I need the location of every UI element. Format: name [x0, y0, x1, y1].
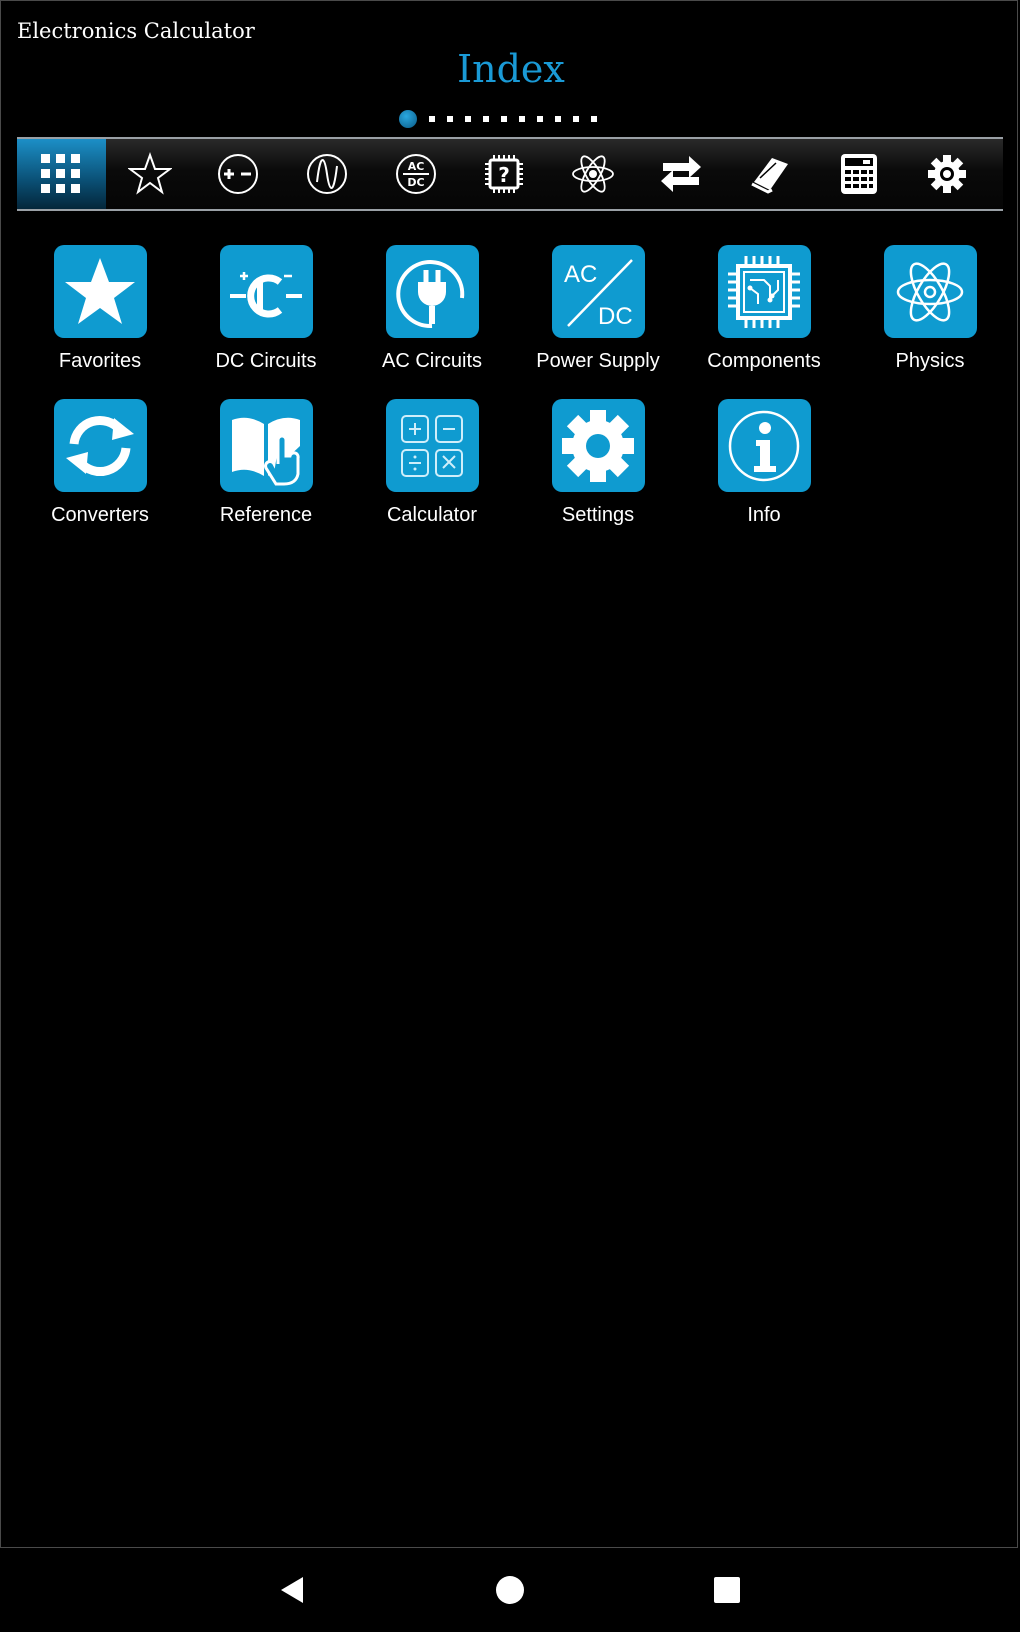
item-label: DC Circuits: [215, 350, 317, 372]
ac-text: AC: [407, 160, 424, 173]
calculator-keys-icon: [401, 414, 463, 477]
chip-icon: [728, 255, 800, 328]
tile-settings[interactable]: [551, 399, 645, 492]
pager-dot[interactable]: [537, 116, 543, 122]
nav-recents-button[interactable]: [699, 1562, 755, 1618]
item-label: Components: [707, 350, 821, 372]
pager-dot[interactable]: [591, 116, 597, 122]
item-label: Info: [747, 504, 781, 526]
tab-settings[interactable]: [903, 139, 992, 209]
tab-power-supply[interactable]: AC DC: [371, 139, 460, 209]
swap-arrows-icon: [661, 156, 702, 192]
pager-dot-active[interactable]: [399, 110, 417, 128]
pager-dot[interactable]: [429, 116, 435, 122]
tab-ac-circuits[interactable]: [283, 139, 372, 209]
dc-text: DC: [598, 303, 633, 330]
item-label: Physics: [895, 350, 965, 372]
recents-square-icon: [714, 1577, 740, 1603]
tile-dc-circuits[interactable]: [219, 245, 313, 338]
tile-calculator[interactable]: [385, 399, 479, 492]
tab-favorites[interactable]: [106, 139, 195, 209]
item-label: Reference: [219, 504, 313, 526]
tab-index[interactable]: [17, 139, 106, 209]
book-hand-icon: [232, 417, 300, 485]
pager-dot[interactable]: [447, 116, 453, 122]
ac-text: AC: [564, 261, 597, 288]
grid-icon: [41, 154, 81, 193]
item-dc-circuits[interactable]: DC Circuits: [183, 245, 349, 385]
pager-dot[interactable]: [483, 116, 489, 122]
tile-physics[interactable]: [883, 245, 977, 338]
pager-dot[interactable]: [555, 116, 561, 122]
atom-icon: [896, 261, 964, 322]
back-triangle-icon: [281, 1577, 303, 1603]
item-converters[interactable]: Converters: [17, 399, 183, 539]
item-reference[interactable]: Reference: [183, 399, 349, 539]
item-label: Converters: [51, 504, 149, 526]
item-label: Favorites: [58, 350, 142, 372]
info-icon: [728, 410, 800, 481]
item-calculator[interactable]: Calculator: [349, 399, 515, 539]
atom-icon: [571, 155, 614, 193]
tile-ac-circuits[interactable]: [385, 245, 479, 338]
plus-minus-icon: [218, 154, 259, 194]
item-favorites[interactable]: Favorites: [17, 245, 183, 385]
item-label: Power Supply: [536, 350, 660, 372]
tab-converters[interactable]: [637, 139, 726, 209]
nav-home-button[interactable]: [482, 1562, 538, 1618]
tile-converters[interactable]: [53, 399, 147, 492]
chip-question-icon: ?: [485, 155, 524, 193]
ac-dc-icon: AC DC: [395, 154, 436, 194]
item-label: AC Circuits: [381, 350, 482, 372]
item-label: Settings: [561, 504, 635, 526]
tile-components[interactable]: [717, 245, 811, 338]
gear-icon: [562, 409, 634, 482]
item-settings[interactable]: Settings: [515, 399, 681, 539]
gear-icon: [928, 155, 967, 193]
tile-info[interactable]: [717, 399, 811, 492]
ac-plug-icon: [396, 259, 465, 328]
tile-reference[interactable]: [219, 399, 313, 492]
page-indicator: [399, 109, 597, 129]
pager-dot[interactable]: [501, 116, 507, 122]
dc-circuit-icon: [230, 271, 302, 317]
tab-physics[interactable]: [549, 139, 638, 209]
item-power-supply[interactable]: AC DC Power Supply: [515, 245, 681, 385]
app-title: Electronics Calculator: [17, 19, 255, 43]
question-text: ?: [498, 163, 510, 187]
item-ac-circuits[interactable]: AC Circuits: [349, 245, 515, 385]
pager-dot[interactable]: [465, 116, 471, 122]
star-outline-icon: [127, 152, 172, 195]
category-tab-bar: AC DC ?: [17, 137, 1003, 211]
tab-dc-circuits[interactable]: [194, 139, 283, 209]
pager-dot[interactable]: [573, 116, 579, 122]
item-label: Calculator: [386, 504, 478, 526]
tab-calculator[interactable]: [814, 139, 903, 209]
nav-back-button[interactable]: [264, 1562, 320, 1618]
dc-text: DC: [407, 176, 424, 189]
star-icon: [65, 257, 135, 324]
book-icon: [751, 158, 789, 194]
tab-reference[interactable]: [726, 139, 815, 209]
item-components[interactable]: Components: [681, 245, 847, 385]
tile-power-supply[interactable]: AC DC: [551, 245, 645, 338]
app-window: Electronics Calculator Index AC DC ? Fav…: [0, 0, 1018, 1548]
ac-dc-slash-icon: AC DC: [564, 258, 633, 330]
home-circle-icon: [496, 1576, 524, 1604]
sine-wave-icon: [307, 154, 348, 194]
tab-components[interactable]: ?: [460, 139, 549, 209]
page-title: Index: [457, 47, 565, 91]
refresh-arrows-icon: [66, 415, 134, 476]
tile-favorites[interactable]: [53, 245, 147, 338]
calculator-icon: [840, 154, 877, 194]
pager-dot[interactable]: [519, 116, 525, 122]
item-info[interactable]: Info: [681, 399, 847, 539]
system-nav-bar: [0, 1548, 1020, 1632]
item-physics[interactable]: Physics: [847, 245, 1013, 385]
